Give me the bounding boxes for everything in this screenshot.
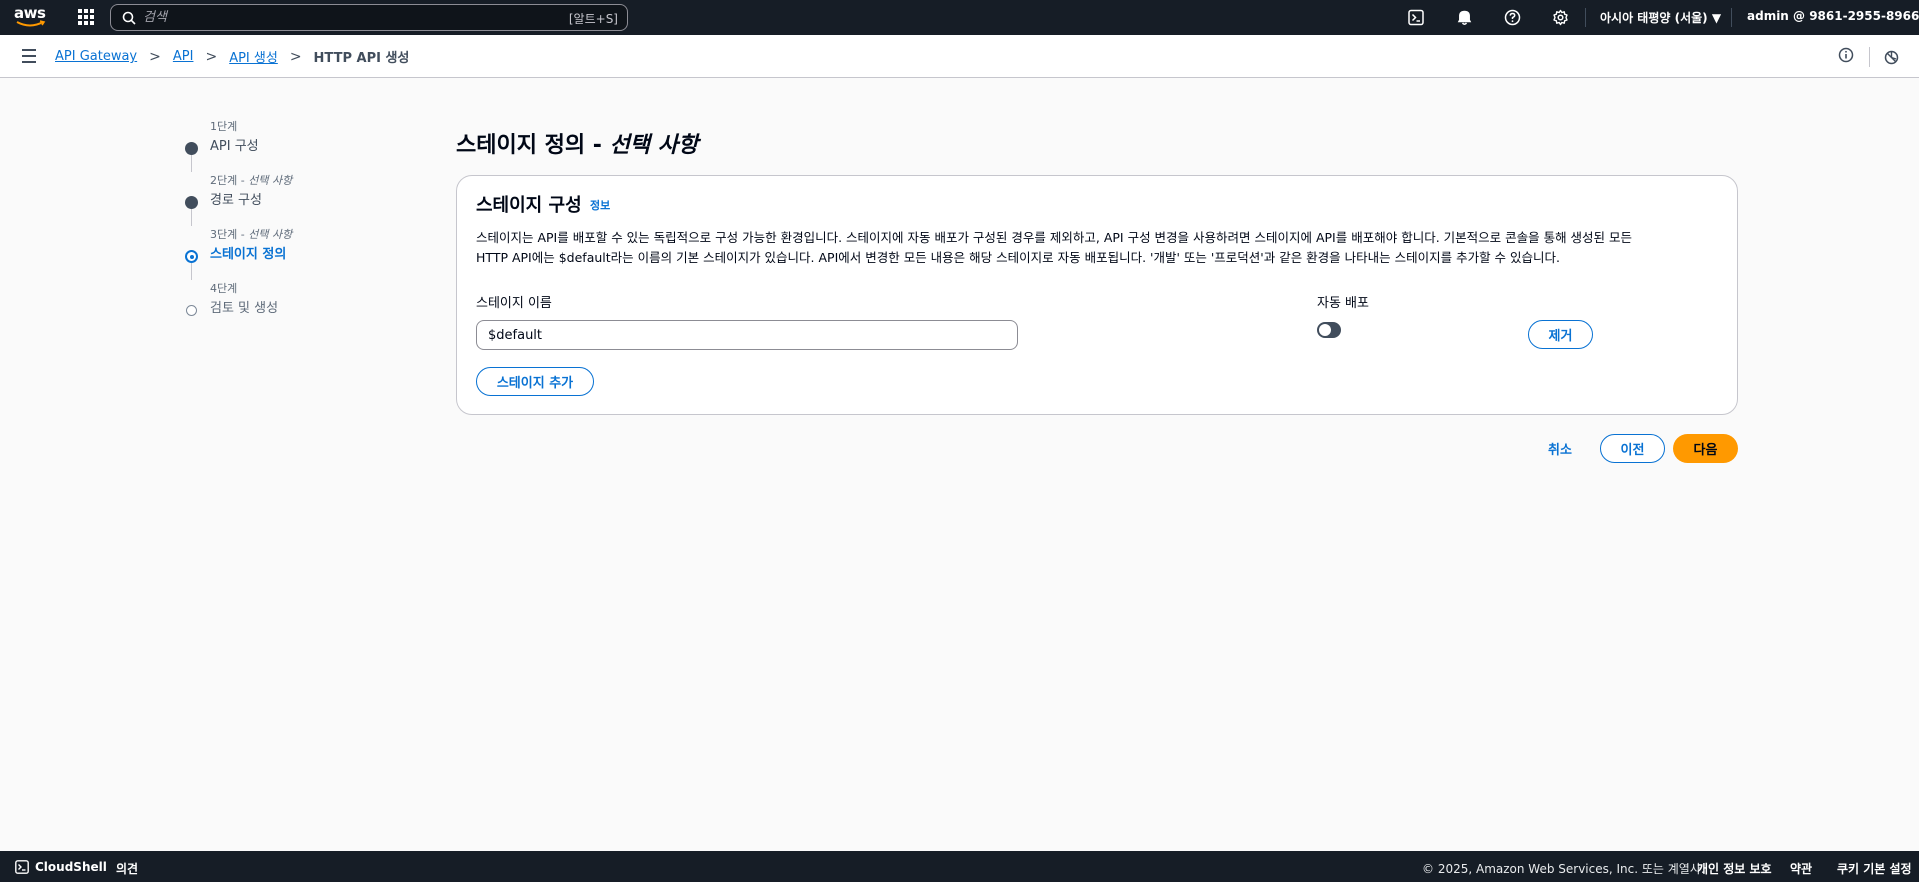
wizard-step-4: 4단계 검토 및 생성 xyxy=(180,280,380,334)
aws-smile-icon xyxy=(16,20,46,27)
wizard-step-1[interactable]: 1단계 API 구성 xyxy=(180,118,380,172)
step-optional: 선택 사항 xyxy=(248,174,293,187)
toolbar-divider xyxy=(1869,47,1870,67)
menu-icon[interactable] xyxy=(22,49,36,67)
description-line: 스테이지는 API를 배포할 수 있는 독립적으로 구성 가능한 환경입니다. … xyxy=(476,230,1633,245)
breadcrumb: API Gateway > API > API 생성 > HTTP API 생성 xyxy=(55,47,410,67)
search-icon xyxy=(122,11,136,25)
step-label: 검토 및 생성 xyxy=(210,301,279,316)
step-number: 1단계 xyxy=(210,120,238,133)
footer: CloudShell 의견 © 2025, Amazon Web Service… xyxy=(0,851,1919,882)
info-panel-icon[interactable] xyxy=(1838,47,1854,63)
breadcrumb-current: HTTP API 생성 xyxy=(313,51,410,66)
step-label: API 구성 xyxy=(210,139,259,154)
stage-config-container: 스테이지 구성 정보 스테이지는 API를 배포할 수 있는 독립적으로 구성 … xyxy=(456,175,1738,415)
step-optional: 선택 사항 xyxy=(248,228,293,241)
help-icon[interactable] xyxy=(1504,9,1521,26)
step-label: 스테이지 정의 xyxy=(210,247,287,262)
stage-name-label: 스테이지 이름 xyxy=(476,296,552,311)
privacy-link[interactable]: 개인 정보 보호 xyxy=(1697,860,1772,877)
previous-button[interactable]: 이전 xyxy=(1600,434,1665,463)
cancel-button[interactable]: 취소 xyxy=(1539,434,1581,463)
chevron-right-icon: > xyxy=(205,48,218,65)
description-line: HTTP API에는 $default라는 이름의 기본 스테이지가 있습니다.… xyxy=(476,250,1561,265)
wizard-steps: 1단계 API 구성 2단계 - 선택 사항 경로 구성 3단계 - 선택 사항… xyxy=(180,118,380,334)
cookie-preferences-link[interactable]: 쿠키 기본 설정 xyxy=(1837,860,1912,877)
auto-deploy-toggle[interactable] xyxy=(1317,322,1341,338)
stage-name-input[interactable] xyxy=(476,320,1018,350)
auto-deploy-label: 자동 배포 xyxy=(1317,296,1369,311)
step-done-marker xyxy=(185,196,198,209)
page-title-text: 스테이지 정의 - xyxy=(456,133,610,158)
wizard-step-3[interactable]: 3단계 - 선택 사항 스테이지 정의 xyxy=(180,226,380,280)
gear-icon[interactable] xyxy=(1552,9,1569,26)
breadcrumb-create-api[interactable]: API 생성 xyxy=(229,47,278,66)
add-stage-button[interactable]: 스테이지 추가 xyxy=(476,367,594,396)
step-todo-marker xyxy=(186,305,197,316)
wizard-step-2[interactable]: 2단계 - 선택 사항 경로 구성 xyxy=(180,172,380,226)
step-separator: - xyxy=(237,174,249,187)
notifications-panel-icon[interactable] xyxy=(1884,50,1899,65)
cloudshell-icon[interactable] xyxy=(1408,9,1425,26)
region-selector[interactable]: 아시아 태평양 (서울) ▼ xyxy=(1600,9,1721,26)
terms-link[interactable]: 약관 xyxy=(1790,860,1812,877)
info-link[interactable]: 정보 xyxy=(590,197,610,213)
bell-icon[interactable] xyxy=(1456,9,1473,26)
container-description: 스테이지는 API를 배포할 수 있는 독립적으로 구성 가능한 환경입니다. … xyxy=(476,228,1726,268)
next-button[interactable]: 다음 xyxy=(1673,434,1738,463)
remove-stage-button[interactable]: 제거 xyxy=(1528,320,1593,349)
feedback-link[interactable]: 의견 xyxy=(116,860,138,877)
search-input[interactable] xyxy=(143,8,523,27)
container-title: 스테이지 구성 xyxy=(476,195,582,216)
search-box[interactable]: [알트+S] xyxy=(110,4,628,31)
chevron-right-icon: > xyxy=(289,48,302,65)
services-grid-icon[interactable] xyxy=(78,9,94,25)
top-navigation: aws [알트+S] 아시아 태평양 (서울) ▼ ad xyxy=(0,0,1919,35)
step-number: 4단계 xyxy=(210,282,238,295)
nav-divider xyxy=(1585,8,1586,27)
breadcrumb-api[interactable]: API xyxy=(173,49,194,64)
search-shortcut-hint: [알트+S] xyxy=(568,12,618,26)
cloudshell-icon xyxy=(15,860,29,874)
aws-logo-text: aws xyxy=(14,4,46,22)
step-separator: - xyxy=(237,228,249,241)
cloudshell-button[interactable]: CloudShell xyxy=(15,860,107,874)
breadcrumb-api-gateway[interactable]: API Gateway xyxy=(55,49,137,64)
step-number: 3단계 xyxy=(210,228,238,241)
step-done-marker xyxy=(185,142,198,155)
aws-logo[interactable]: aws xyxy=(14,5,48,29)
step-active-marker xyxy=(185,250,198,263)
cloudshell-label: CloudShell xyxy=(35,860,107,874)
step-number: 2단계 xyxy=(210,174,238,187)
nav-divider xyxy=(1731,8,1732,27)
breadcrumb-bar: API Gateway > API > API 생성 > HTTP API 생성 xyxy=(0,35,1919,78)
chevron-right-icon: > xyxy=(149,48,161,65)
copyright: © 2025, Amazon Web Services, Inc. 또는 계열사… xyxy=(1422,862,1705,876)
step-label: 경로 구성 xyxy=(210,193,262,208)
page-title: 스테이지 정의 - 선택 사항 xyxy=(456,127,698,159)
account-menu[interactable]: admin @ 9861-2955-8966 ▼ xyxy=(1747,9,1919,23)
page-title-optional: 선택 사항 xyxy=(609,133,699,158)
